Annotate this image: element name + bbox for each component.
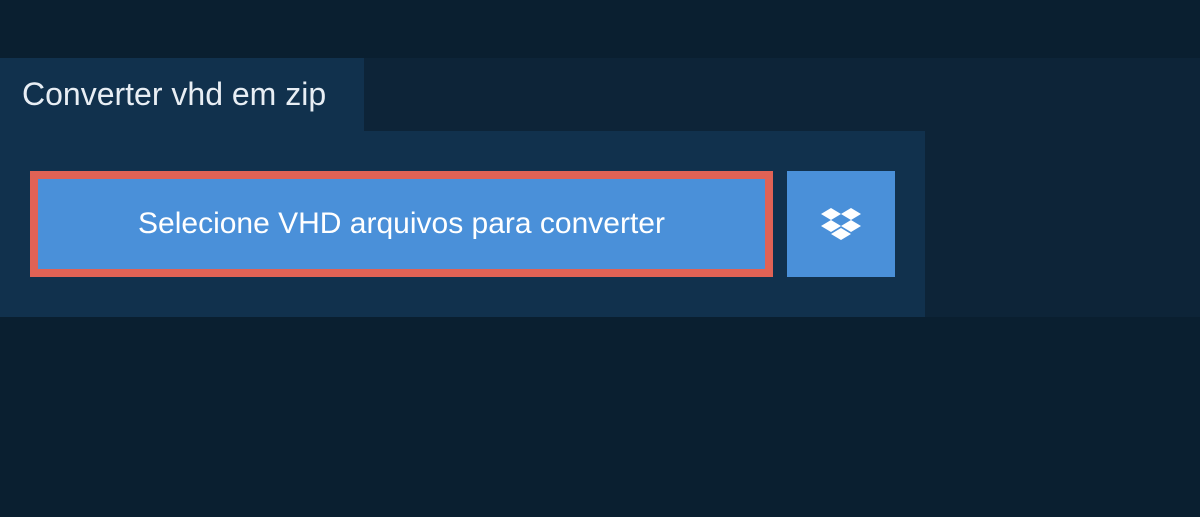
button-row: Selecione VHD arquivos para converter bbox=[30, 171, 895, 277]
dropbox-icon bbox=[821, 204, 861, 244]
content-panel: Selecione VHD arquivos para converter bbox=[0, 131, 925, 317]
top-spacer bbox=[0, 0, 1200, 58]
select-files-button[interactable]: Selecione VHD arquivos para converter bbox=[30, 171, 773, 277]
tab-container: Converter vhd em zip bbox=[0, 58, 1200, 131]
select-files-label: Selecione VHD arquivos para converter bbox=[138, 207, 665, 241]
dropbox-button[interactable] bbox=[787, 171, 895, 277]
tab-label: Converter vhd em zip bbox=[22, 76, 326, 112]
tab-converter[interactable]: Converter vhd em zip bbox=[0, 58, 364, 131]
bottom-area bbox=[0, 317, 1200, 517]
